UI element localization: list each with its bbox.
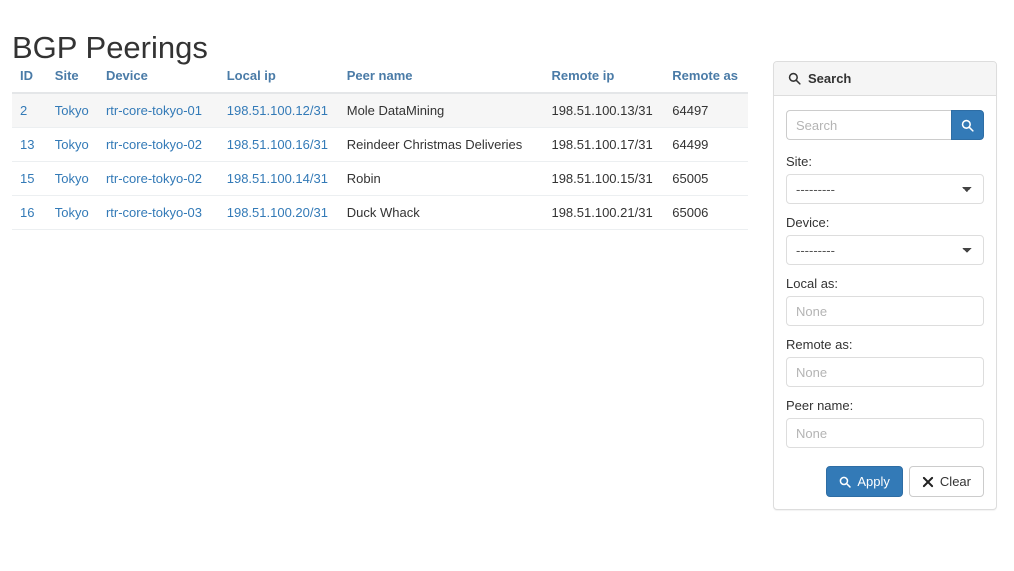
bgp-peerings-page: BGP Peerings ID Site Device Local ip Pee… <box>0 0 1014 571</box>
field-group-local-as: Local as: <box>786 276 984 326</box>
link-id[interactable]: 13 <box>20 137 34 152</box>
cell-peer-name: Reindeer Christmas Deliveries <box>338 127 544 162</box>
cell-local-ip: 198.51.100.12/31 <box>218 93 339 128</box>
cell-site: Tokyo <box>46 93 98 128</box>
site-select[interactable]: --------- <box>786 174 984 204</box>
link-device[interactable]: rtr-core-tokyo-02 <box>106 171 202 186</box>
search-icon <box>839 476 852 488</box>
cell-device: rtr-core-tokyo-03 <box>97 195 219 230</box>
peer-name-input[interactable] <box>786 418 984 448</box>
column-header-local-ip[interactable]: Local ip <box>218 62 339 94</box>
link-site[interactable]: Tokyo <box>55 171 89 186</box>
link-id[interactable]: 16 <box>20 205 34 220</box>
cell-remote-as: 65005 <box>664 161 748 196</box>
label-device: Device: <box>786 215 830 230</box>
cell-id: 15 <box>12 161 47 196</box>
field-group-site: Site: --------- <box>786 154 984 204</box>
cell-device: rtr-core-tokyo-02 <box>97 127 219 162</box>
label-local-as: Local as: <box>786 276 839 291</box>
search-panel: Search Site: ------- <box>773 61 997 510</box>
table-header-row: ID Site Device Local ip Peer name Remote… <box>12 62 748 94</box>
column-header-remote-as[interactable]: Remote as <box>664 62 748 94</box>
cell-device: rtr-core-tokyo-01 <box>97 93 219 128</box>
search-panel-body: Site: --------- Device: --------- Local … <box>774 96 996 509</box>
link-device[interactable]: rtr-core-tokyo-02 <box>106 137 202 152</box>
cell-id: 2 <box>12 93 47 128</box>
search-panel-actions: Apply Clear <box>786 466 984 497</box>
table-body: 2 Tokyo rtr-core-tokyo-01 198.51.100.12/31 M… <box>12 93 748 230</box>
link-device[interactable]: rtr-core-tokyo-01 <box>106 103 202 118</box>
label-peer-name: Peer name: <box>786 398 854 413</box>
device-select[interactable]: --------- <box>786 235 984 265</box>
cell-id: 16 <box>12 195 47 230</box>
column-header-device[interactable]: Device <box>97 62 219 94</box>
cell-remote-ip: 198.51.100.13/31 <box>543 93 665 128</box>
table-row[interactable]: 2 Tokyo rtr-core-tokyo-01 198.51.100.12/31 M… <box>12 93 748 128</box>
link-id[interactable]: 15 <box>20 171 34 186</box>
column-header-site[interactable]: Site <box>46 62 98 94</box>
apply-button-label: Apply <box>857 474 890 489</box>
search-icon <box>788 72 801 85</box>
link-site[interactable]: Tokyo <box>55 137 89 152</box>
search-input[interactable] <box>786 110 951 140</box>
field-group-peer-name: Peer name: <box>786 398 984 448</box>
clear-button-label: Clear <box>939 474 971 489</box>
column-header-peer-name[interactable]: Peer name <box>338 62 544 94</box>
cell-local-ip: 198.51.100.20/31 <box>218 195 339 230</box>
search-submit-button[interactable] <box>951 110 984 140</box>
search-panel-title: Search <box>808 71 852 86</box>
peerings-table: ID Site Device Local ip Peer name Remote… <box>12 62 748 230</box>
cell-remote-as: 64497 <box>664 93 748 128</box>
clear-button[interactable]: Clear <box>908 466 984 497</box>
link-local-ip[interactable]: 198.51.100.12/31 <box>227 103 328 118</box>
local-as-input[interactable] <box>786 296 984 326</box>
remote-as-input[interactable] <box>786 357 984 387</box>
link-local-ip[interactable]: 198.51.100.20/31 <box>227 205 328 220</box>
table-row[interactable]: 13 Tokyo rtr-core-tokyo-02 198.51.100.16/31… <box>12 127 748 162</box>
column-header-remote-ip[interactable]: Remote ip <box>543 62 665 94</box>
table-row[interactable]: 15 Tokyo rtr-core-tokyo-02 198.51.100.14/31… <box>12 161 748 196</box>
peerings-table-container: ID Site Device Local ip Peer name Remote… <box>12 62 748 230</box>
label-site: Site: <box>786 154 813 169</box>
cell-peer-name: Duck Whack <box>338 195 544 230</box>
close-x-icon <box>922 476 934 488</box>
field-group-remote-as: Remote as: <box>786 337 984 387</box>
field-group-device: Device: --------- <box>786 215 984 265</box>
cell-id: 13 <box>12 127 47 162</box>
label-remote-as: Remote as: <box>786 337 853 352</box>
cell-remote-as: 65006 <box>664 195 748 230</box>
cell-remote-ip: 198.51.100.21/31 <box>543 195 665 230</box>
search-panel-heading: Search <box>774 62 996 96</box>
cell-local-ip: 198.51.100.16/31 <box>218 127 339 162</box>
cell-site: Tokyo <box>46 127 98 162</box>
cell-remote-ip: 198.51.100.17/31 <box>543 127 665 162</box>
table-row[interactable]: 16 Tokyo rtr-core-tokyo-03 198.51.100.20/31… <box>12 195 748 230</box>
cell-peer-name: Robin <box>338 161 544 196</box>
link-device[interactable]: rtr-core-tokyo-03 <box>106 205 202 220</box>
cell-peer-name: Mole DataMining <box>338 93 544 128</box>
cell-site: Tokyo <box>46 161 98 196</box>
link-local-ip[interactable]: 198.51.100.14/31 <box>227 171 328 186</box>
apply-button[interactable]: Apply <box>826 466 903 497</box>
cell-remote-as: 64499 <box>664 127 748 162</box>
link-site[interactable]: Tokyo <box>55 205 89 220</box>
link-local-ip[interactable]: 198.51.100.16/31 <box>227 137 328 152</box>
table-header: ID Site Device Local ip Peer name Remote… <box>12 62 748 94</box>
cell-local-ip: 198.51.100.14/31 <box>218 161 339 196</box>
link-site[interactable]: Tokyo <box>55 103 89 118</box>
cell-site: Tokyo <box>46 195 98 230</box>
search-icon <box>961 119 974 132</box>
column-header-id[interactable]: ID <box>12 62 47 94</box>
quick-search-group <box>786 110 984 140</box>
cell-remote-ip: 198.51.100.15/31 <box>543 161 665 196</box>
link-id[interactable]: 2 <box>20 103 27 118</box>
cell-device: rtr-core-tokyo-02 <box>97 161 219 196</box>
